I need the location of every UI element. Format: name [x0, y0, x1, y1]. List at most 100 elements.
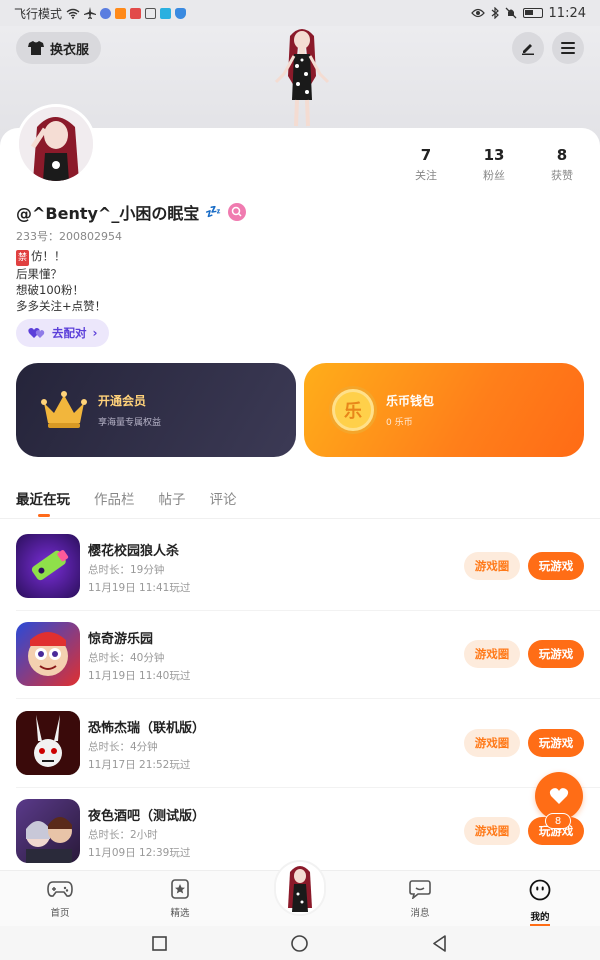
- play-game-button[interactable]: 玩游戏: [528, 552, 584, 580]
- followers-label: 粉丝: [483, 169, 505, 182]
- tabs-divider: [0, 518, 600, 519]
- like-count-badge: 8: [545, 813, 571, 829]
- tab-posts[interactable]: 帖子: [159, 488, 186, 508]
- bio-line: 后果懂？: [16, 267, 62, 281]
- game-last-played: 11月19日 11:41玩过: [88, 582, 191, 594]
- wallet-subtitle: 0 乐币: [386, 418, 413, 428]
- app-notification-icon: [130, 7, 142, 19]
- recent-apps-icon[interactable]: [152, 936, 167, 951]
- tab-comments[interactable]: 评论: [210, 488, 237, 508]
- bio-line: 多多关注+点赞！: [16, 299, 107, 313]
- system-nav-bar: [0, 926, 600, 960]
- list-item[interactable]: 樱花校园狼人杀 总时长：19分钟 11月19日 11:41玩过 游戏圈 玩游戏: [0, 534, 600, 622]
- airplane-icon: [84, 7, 97, 19]
- battery-icon: [522, 8, 543, 18]
- game-duration: 总时长：2小时: [88, 829, 158, 841]
- game-circle-button[interactable]: 游戏圈: [464, 817, 520, 845]
- change-outfit-button[interactable]: 换衣服: [16, 32, 102, 64]
- nav-label-featured: 精选: [170, 908, 190, 919]
- avatar-portrait: [19, 107, 93, 181]
- followers-count: 13: [483, 146, 505, 164]
- hamburger-menu-icon: [561, 42, 575, 54]
- star-bookmark-icon: [171, 879, 189, 899]
- eye-icon: [470, 8, 485, 18]
- game-circle-button[interactable]: 游戏圈: [464, 552, 520, 580]
- heart-icon: [549, 788, 569, 804]
- nav-label-messages: 消息: [410, 908, 430, 919]
- tab-works[interactable]: 作品栏: [94, 488, 135, 508]
- game-last-played: 11月19日 11:40玩过: [88, 670, 191, 682]
- game-circle-button[interactable]: 游戏圈: [464, 640, 520, 668]
- game-icon: [16, 711, 80, 775]
- game-title: 恐怖杰瑞（联机版）: [88, 721, 206, 736]
- stat-following[interactable]: 7 关注: [396, 146, 456, 183]
- coin-icon: 乐: [332, 389, 374, 431]
- chevron-right-icon: ›: [92, 326, 98, 340]
- game-circle-button[interactable]: 游戏圈: [464, 729, 520, 757]
- match-label: 去配对: [52, 326, 87, 340]
- row-divider: [16, 610, 600, 611]
- coin-glyph: 乐: [344, 401, 362, 422]
- likes-label: 获赞: [551, 169, 573, 182]
- hearts-icon: [28, 328, 45, 338]
- wallet-card[interactable]: 乐 乐币钱包 0 乐币: [304, 363, 584, 457]
- user-id: 233号：200802954: [16, 230, 122, 243]
- crown-icon: [41, 391, 87, 428]
- nav-item-me[interactable]: 我的: [510, 879, 570, 927]
- pink-badge-icon[interactable]: [227, 203, 246, 221]
- bluetooth-icon: [491, 7, 499, 19]
- nav-item-home[interactable]: 首页: [30, 879, 90, 919]
- app-notification-icon: [115, 7, 127, 19]
- match-button[interactable]: 去配对 ›: [16, 319, 110, 347]
- game-title: 樱花校园狼人杀: [88, 544, 180, 559]
- ban-badge: 禁: [16, 250, 30, 266]
- following-count: 7: [420, 146, 432, 164]
- vip-title: 开通会员: [98, 394, 147, 408]
- stat-followers[interactable]: 13 粉丝: [464, 146, 524, 183]
- nav-center-avatar[interactable]: [274, 860, 326, 916]
- home-circle-icon[interactable]: [291, 935, 308, 952]
- nav-item-messages[interactable]: 消息: [390, 879, 450, 919]
- pen-icon: [522, 44, 534, 55]
- status-bar: 飞行模式 11:24: [0, 0, 600, 26]
- row-divider: [16, 787, 600, 788]
- bio-line: 仿！！: [31, 249, 66, 263]
- bio: 禁仿！！ 后果懂？ 想破100粉！ 多多关注+点赞！: [16, 248, 106, 314]
- wifi-icon: [66, 8, 80, 19]
- play-game-button[interactable]: 玩游戏: [528, 729, 584, 757]
- shield-icon: [175, 7, 187, 19]
- menu-button[interactable]: [552, 32, 584, 64]
- play-game-button[interactable]: 玩游戏: [528, 640, 584, 668]
- list-item[interactable]: 惊奇游乐园 总时长：40分钟 11月19日 11:40玩过 游戏圈 玩游戏: [0, 622, 600, 710]
- clock: 11:24: [548, 5, 586, 21]
- list-item[interactable]: 恐怖杰瑞（联机版） 总时长：4分钟 11月17日 21:52玩过 游戏圈 玩游戏: [0, 711, 600, 799]
- character-avatar-figure[interactable]: [266, 26, 338, 130]
- row-divider: [16, 698, 600, 699]
- game-icon: [16, 799, 80, 863]
- likes-count: 8: [556, 146, 568, 164]
- avatar[interactable]: [16, 104, 96, 184]
- back-triangle-icon[interactable]: [432, 935, 447, 952]
- shirt-icon: [28, 41, 44, 55]
- nav-label-me: 我的: [530, 909, 550, 927]
- vip-subtitle: 享海量专属权益: [98, 418, 162, 428]
- username-emoji: 💤: [205, 204, 222, 220]
- active-tab-indicator: [38, 514, 50, 517]
- change-outfit-label: 换衣服: [50, 42, 90, 58]
- username: @^Benty^_小困の眠宝 💤: [16, 200, 246, 224]
- game-title: 惊奇游乐园: [88, 632, 154, 647]
- bio-line: 想破100粉！: [16, 283, 84, 297]
- stat-likes[interactable]: 8 获赞: [532, 146, 592, 183]
- tab-recently-played[interactable]: 最近在玩: [16, 488, 70, 508]
- app-notification-icon: [160, 7, 172, 19]
- nav-item-featured[interactable]: 精选: [150, 879, 210, 919]
- game-last-played: 11月17日 21:52玩过: [88, 759, 191, 771]
- nav-label-home: 首页: [50, 908, 70, 919]
- game-icon: [16, 534, 80, 598]
- content-tabs: 最近在玩 作品栏 帖子 评论: [16, 488, 237, 508]
- vip-card[interactable]: 开通会员 享海量专属权益: [16, 363, 296, 457]
- mute-bell-icon: [505, 7, 516, 19]
- edit-button[interactable]: [512, 32, 544, 64]
- following-label: 关注: [415, 169, 437, 182]
- wallet-title: 乐币钱包: [386, 394, 435, 408]
